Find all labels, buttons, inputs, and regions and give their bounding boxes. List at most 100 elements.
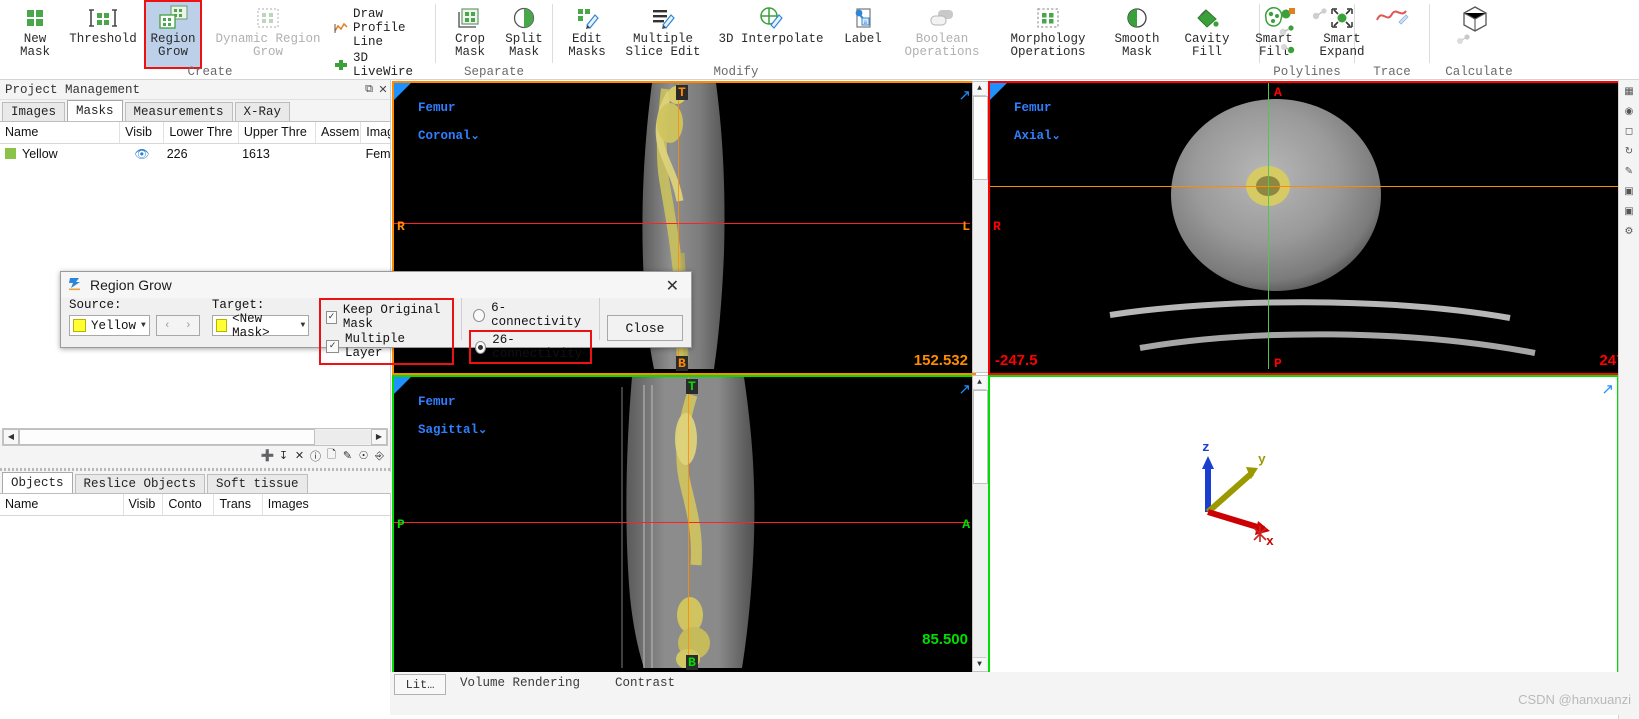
column-header-name[interactable]: Name — [0, 494, 124, 515]
crosshair-vertical[interactable] — [1268, 83, 1269, 369]
column-header-upper-threshold[interactable]: Upper Thre — [239, 122, 317, 143]
scrollbar-thumb[interactable] — [973, 96, 988, 180]
next-mask-button[interactable]: › — [178, 320, 199, 332]
tab-reslice-objects[interactable]: Reslice Objects — [74, 474, 206, 493]
column-header-contour[interactable]: Conto — [163, 494, 215, 515]
edit-masks-icon — [574, 5, 600, 31]
column-header-images[interactable]: Images — [263, 494, 390, 515]
more-icon[interactable]: ⎆ — [373, 449, 386, 462]
ribbon-button-multiple-slice-edit[interactable]: Multiple Slice Edit — [614, 2, 712, 59]
column-header-visible[interactable]: Visib — [124, 494, 164, 515]
scroll-up-arrow[interactable]: ▲ — [973, 82, 986, 96]
expand-icon[interactable]: ↗ — [958, 380, 971, 398]
scrollbar-thumb[interactable] — [973, 390, 988, 484]
ribbon-button-new-mask[interactable]: New Mask — [8, 2, 62, 59]
tab-measurements[interactable]: Measurements — [124, 102, 233, 121]
close-button[interactable]: Close — [606, 315, 683, 341]
tab-images[interactable]: Images — [2, 102, 66, 121]
ribbon-button-boolean-operations[interactable]: Boolean Operations — [890, 2, 994, 59]
settings-icon[interactable]: ⚙ — [1622, 224, 1637, 238]
region-grow-dialog-icon — [67, 275, 83, 295]
chevron-down-icon[interactable]: ▼ — [296, 321, 306, 330]
region-grow-dialog[interactable]: Region Grow ✕ Source: Yellow ▼ . ‹ › Tar… — [60, 271, 692, 365]
ribbon-button-split-mask[interactable]: Split Mask — [497, 2, 551, 59]
ribbon-button-crop-mask[interactable]: Crop Mask — [443, 2, 497, 59]
snapshot-icon[interactable]: ▣ — [1622, 204, 1637, 218]
close-icon[interactable]: ✕ — [376, 83, 390, 97]
chevron-down-icon[interactable]: ▼ — [136, 321, 146, 330]
column-header-images[interactable]: Imag — [361, 122, 390, 143]
26-connectivity-radio[interactable]: 26-connectivity — [469, 330, 593, 364]
add-icon[interactable]: ➕ — [261, 449, 275, 462]
ribbon-button-label[interactable]: a Label — [836, 2, 890, 46]
trace-icon[interactable] — [1358, 2, 1426, 60]
tab-objects[interactable]: Objects — [2, 472, 73, 493]
viewport-sagittal[interactable]: Femur Sagittal⌄ T B P A ↗ 85.500 — [392, 375, 976, 674]
masks-horizontal-scrollbar[interactable]: ◀ ▶ — [2, 428, 388, 446]
zoom-icon[interactable]: ◉ — [1622, 104, 1637, 118]
crosshair-horizontal[interactable] — [990, 186, 1637, 187]
multiple-layer-checkbox[interactable]: ✓ Multiple Layer — [326, 332, 447, 360]
tab-soft-tissue[interactable]: Soft tissue — [207, 474, 308, 493]
sagittal-vertical-scrollbar[interactable]: ▲ ▼ — [972, 375, 989, 672]
source-mask-select[interactable]: Yellow ▼ — [69, 315, 150, 336]
scroll-down-arrow[interactable]: ▼ — [973, 657, 986, 671]
column-header-assembly[interactable]: Assem — [316, 122, 362, 143]
properties-icon[interactable]: ⓘ — [309, 449, 322, 463]
viewport-3d[interactable]: z y x ↗ — [988, 375, 1619, 674]
ribbon-button-edit-masks[interactable]: Edit Masks — [560, 2, 614, 59]
tab-xray[interactable]: X-Ray — [234, 102, 291, 121]
volume-rendering-label[interactable]: Volume Rendering — [460, 676, 580, 690]
ribbon-button-3d-livewire[interactable]: 3D LiveWire — [330, 50, 432, 80]
lighting-button[interactable]: Lit… — [394, 674, 446, 695]
edit-icon[interactable]: ✎ — [341, 449, 354, 462]
prev-mask-button[interactable]: ‹ — [157, 320, 178, 332]
expand-icon[interactable]: ↗ — [958, 86, 971, 104]
3d-icon[interactable]: ☉ — [357, 449, 370, 462]
panel-splitter[interactable] — [0, 468, 390, 471]
column-header-lower-threshold[interactable]: Lower Thre — [164, 122, 239, 143]
ribbon-button-dynamic-region-grow[interactable]: Dynamic Region Grow — [206, 2, 330, 59]
crosshair-horizontal[interactable] — [394, 522, 970, 523]
grid-view-icon[interactable]: ▦ — [1622, 84, 1637, 98]
pan-icon[interactable]: ◻ — [1622, 124, 1637, 138]
ribbon-button-morphology-operations[interactable]: Morphology Operations — [994, 2, 1102, 59]
ribbon-button-cavity-fill[interactable]: Cavity Fill — [1172, 2, 1242, 59]
ribbon-button-threshold[interactable]: Threshold — [69, 2, 137, 46]
viewport-axial[interactable]: Femur Axial⌄ A P R L ↗ -247.5 247.5 — [988, 81, 1639, 375]
column-header-name[interactable]: Name — [0, 122, 121, 143]
coronal-vertical-scrollbar[interactable]: ▲ — [972, 81, 989, 373]
measure-icon[interactable]: ✎ — [1622, 164, 1637, 178]
calculate-icon[interactable] — [1433, 2, 1525, 60]
column-header-transparency[interactable]: Trans — [214, 494, 263, 515]
restore-icon[interactable]: ⧉ — [362, 84, 376, 96]
keep-original-mask-checkbox[interactable]: ✓ Keep Original Mask — [326, 303, 447, 331]
scroll-up-arrow[interactable]: ▲ — [973, 376, 986, 390]
column-header-visible[interactable]: Visib — [120, 122, 165, 143]
clip-icon[interactable]: ▣ — [1622, 184, 1637, 198]
ribbon-button-region-grow[interactable]: Region Grow — [144, 0, 202, 69]
table-row[interactable]: Yellow 👁 226 1613 Femu — [0, 144, 390, 165]
duplicate-icon[interactable]: 🗋 — [325, 448, 338, 462]
scroll-right-arrow[interactable]: ▶ — [371, 429, 387, 445]
ribbon-button-3d-interpolate[interactable]: 3D Interpolate — [712, 2, 830, 46]
crosshair-horizontal[interactable] — [394, 223, 970, 224]
mask-color-swatch[interactable] — [5, 148, 16, 159]
slice-position-min: -247.5 — [995, 352, 1038, 369]
eye-icon[interactable]: 👁 — [134, 147, 149, 161]
expand-icon[interactable]: ↗ — [1601, 380, 1614, 398]
tab-masks[interactable]: Masks — [67, 100, 123, 121]
polylines-icon-cluster[interactable] — [1263, 2, 1351, 60]
target-mask-select[interactable]: <New Mask> ▼ — [211, 312, 310, 340]
ribbon-button-smooth-mask[interactable]: Smooth Mask — [1102, 2, 1172, 59]
ribbon-button-draw-profile-line[interactable]: Draw Profile Line — [330, 6, 432, 50]
crosshair-vertical[interactable] — [688, 377, 689, 668]
scrollbar-thumb[interactable] — [19, 429, 315, 445]
import-icon[interactable]: ↧ — [277, 449, 290, 462]
rotate-icon[interactable]: ↻ — [1622, 144, 1637, 158]
close-icon[interactable]: ✕ — [660, 276, 685, 295]
contrast-label[interactable]: Contrast — [615, 676, 675, 690]
scroll-left-arrow[interactable]: ◀ — [3, 429, 19, 445]
6-connectivity-radio[interactable]: 6-connectivity — [469, 299, 592, 329]
delete-icon[interactable]: ✕ — [293, 449, 306, 462]
